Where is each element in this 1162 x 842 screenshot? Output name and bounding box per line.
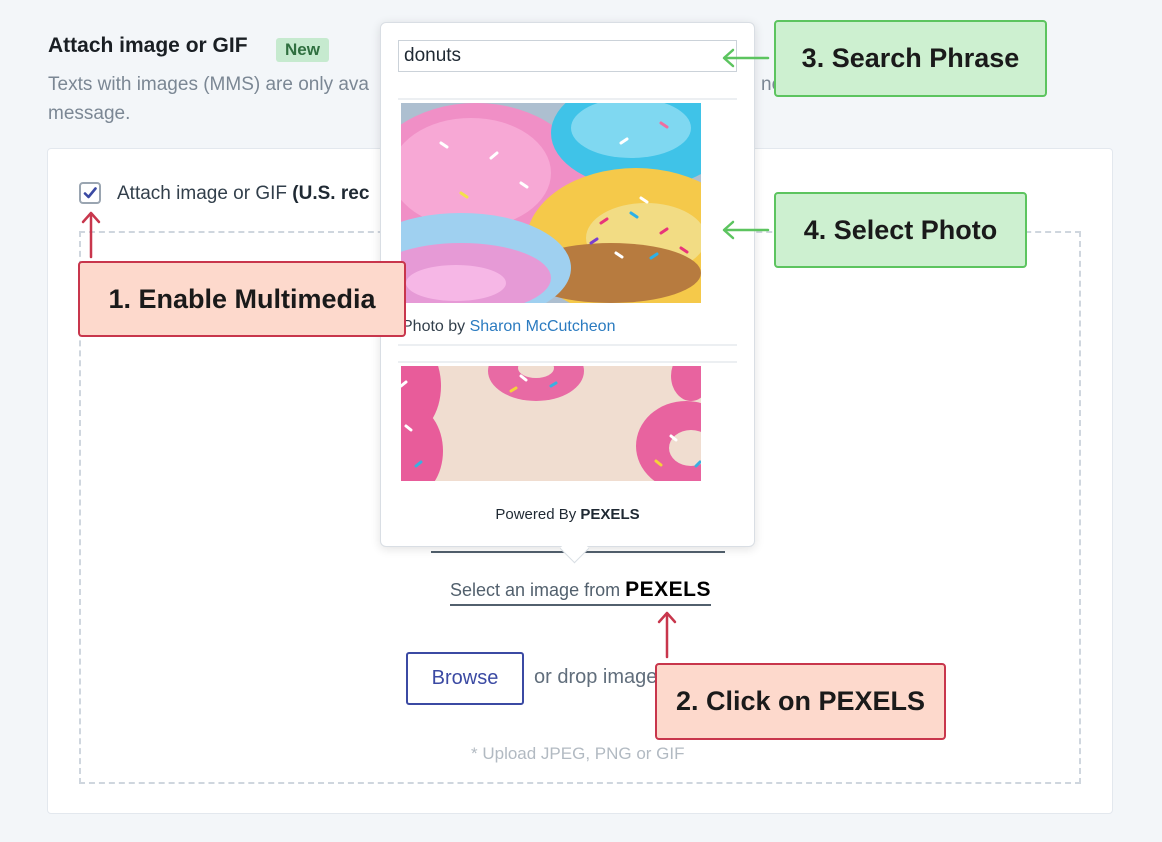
annotation-arrows bbox=[81, 48, 770, 659]
arrow-up-icon bbox=[657, 611, 677, 659]
arrow-left-icon bbox=[722, 48, 770, 68]
arrow-left-icon bbox=[722, 220, 770, 240]
arrow-up-icon bbox=[81, 211, 101, 259]
